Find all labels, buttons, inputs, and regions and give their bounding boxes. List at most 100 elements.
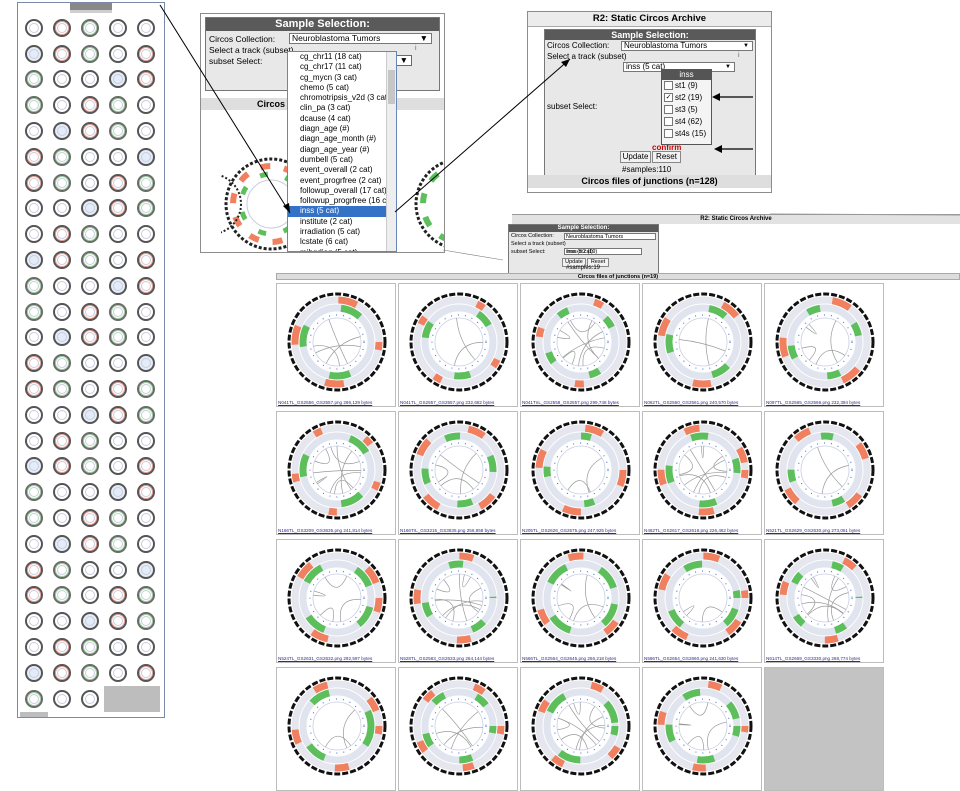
thumbnail-circos[interactable] [104,41,132,67]
thumbnail-circos[interactable] [20,505,48,531]
thumbnail-circos[interactable] [20,454,48,480]
thumbnail-circos[interactable] [76,170,104,196]
thumbnail-circos[interactable] [104,608,132,634]
thumbnail-circos[interactable] [76,350,104,376]
thumbnail-circos[interactable] [104,15,132,41]
dropdown-option[interactable]: diagn_age (#) [288,124,396,134]
dropdown-option[interactable]: cg_chr17 (11 cat) [288,62,396,72]
thumbnail-circos[interactable] [48,247,76,273]
thumbnail-circos[interactable] [76,118,104,144]
thumbnail-circos[interactable] [76,634,104,660]
thumbnail-circos[interactable] [132,583,160,609]
thumbnail-circos[interactable] [76,325,104,351]
thumbnail-circos[interactable] [132,325,160,351]
thumbnail-circos[interactable] [76,557,104,583]
thumbnail-circos[interactable] [20,41,48,67]
circos-plot-cell[interactable]: N041TnL_GS2558_GS2557.png 299,748 bytes [520,283,640,407]
circos-plot-cell[interactable] [398,667,518,791]
inss-subset-item[interactable]: st4 (62) [662,116,711,128]
thumbnail-circos[interactable] [20,273,48,299]
thumbnail-circos[interactable] [20,660,48,686]
thumbnail-circos[interactable] [104,196,132,222]
thumbnail-circos[interactable] [76,608,104,634]
dropdown-option[interactable]: inss (5 cat) [288,206,396,217]
thumbnail-circos[interactable] [76,221,104,247]
circos-plot-cell[interactable]: N524TL_GS2631_GS2632.png 292,597 bytes [276,539,396,663]
thumbnail-circos[interactable] [20,221,48,247]
thumbnail-circos[interactable] [20,531,48,557]
circos-file-link[interactable]: N521TL_GS2629_GS2630.png 273,051 bytes [766,528,860,533]
thumbnail-circos[interactable] [132,299,160,325]
dropdown-option[interactable]: followup_overall (17 cat) [288,186,396,196]
thumbnail-circos[interactable] [48,196,76,222]
thumbnail-circos[interactable] [48,92,76,118]
thumbnail-circos[interactable] [132,144,160,170]
circos-file-link[interactable]: N566TL_GS2564_GS2645.png 256,218 bytes [522,656,616,661]
dropdown-option[interactable]: followup_progrfree (16 cat) [288,196,396,206]
thumbnail-circos[interactable] [20,428,48,454]
thumbnail-circos[interactable] [20,299,48,325]
circos-file-link[interactable]: N041TnL_GS2558_GS2557.png 299,748 bytes [522,400,619,405]
dropdown-option[interactable]: diagn_age_month (#) [288,134,396,144]
circos-plot-cell[interactable]: N205TL_GS2626_GS2575.png 247,925 bytes [520,411,640,535]
circos-plot-cell[interactable]: N586TL_GS2654_GS2660.png 241,630 bytes [642,539,762,663]
circos-file-link[interactable]: N041TL_GS2557_GS2557.png 232,682 bytes [400,400,494,405]
thumbnail-circos[interactable] [76,247,104,273]
thumbnail-circos[interactable] [104,428,132,454]
thumbnail-circos[interactable] [132,428,160,454]
dropdown-option[interactable]: dcause (4 cat) [288,114,396,124]
thumbnail-circos[interactable] [20,247,48,273]
thumbnail-circos[interactable] [76,67,104,93]
thumbnail-circos[interactable] [104,67,132,93]
reset-button[interactable]: Reset [652,151,681,163]
thumbnail-circos[interactable] [132,608,160,634]
thumbnail-circos[interactable] [104,376,132,402]
thumbnail-circos[interactable] [104,454,132,480]
checkbox[interactable] [664,81,673,91]
thumbnail-circos[interactable] [76,299,104,325]
thumbnail-circos[interactable] [20,196,48,222]
thumbnail-circos[interactable] [20,170,48,196]
thumbnail-circos[interactable] [48,505,76,531]
thumbnail-circos[interactable] [20,350,48,376]
thumbnail-circos[interactable] [104,479,132,505]
inss-subset-item[interactable]: st3 (5) [662,104,711,116]
thumbnail-circos[interactable] [132,557,160,583]
thumbnail-circos[interactable] [48,376,76,402]
dropdown-option[interactable]: cg_mycn (3 cat) [288,73,396,83]
thumbnail-circos[interactable] [48,686,76,712]
track-dropdown-list[interactable]: cg_chr11 (18 cat) cg_chr17 (11 cat) cg_myc… [287,51,397,252]
circos-plot-cell[interactable]: N166TrL_GS3215_GS3635.png 256,858 bytes [398,411,518,535]
thumbnail-circos[interactable] [20,118,48,144]
thumbnail-circos[interactable] [76,196,104,222]
circos-file-link[interactable]: N205TL_GS2626_GS2575.png 247,925 bytes [522,528,616,533]
thumbnail-circos[interactable] [48,41,76,67]
thumbnail-circos[interactable] [20,67,48,93]
dropdown-scrollbar[interactable] [386,52,396,251]
circos-plot-cell[interactable]: N521TL_GS2629_GS2630.png 273,051 bytes [764,411,884,535]
dropdown-option[interactable]: clin_pa (3 cat) [288,103,396,113]
thumbnail-circos[interactable] [48,299,76,325]
circos-plot-cell[interactable]: N462TL_GS2617_GS2618.png 226,462 bytes [642,411,762,535]
thumbnail-circos[interactable] [76,15,104,41]
checkbox[interactable] [664,129,673,139]
circos-plot-cell[interactable] [276,667,396,791]
thumbnail-circos[interactable] [76,505,104,531]
dropdown-option[interactable]: event_progrfree (2 cat) [288,176,396,186]
dropdown-option[interactable]: diagn_age_year (#) [288,145,396,155]
thumbnail-circos[interactable] [20,15,48,41]
thumbnail-circos[interactable] [76,92,104,118]
thumbnail-circos[interactable] [104,531,132,557]
thumbnail-circos[interactable] [76,583,104,609]
thumbnail-circos[interactable] [48,221,76,247]
dropdown-option[interactable]: cg_chr11 (18 cat) [288,52,396,62]
thumbnail-circos[interactable] [104,557,132,583]
thumbnail-circos[interactable] [20,479,48,505]
thumbnail-circos[interactable] [48,531,76,557]
thumbnail-circos[interactable] [132,196,160,222]
thumbnail-circos[interactable] [132,41,160,67]
thumbnail-circos[interactable] [20,325,48,351]
circos-file-link[interactable]: N524TL_GS2631_GS2632.png 292,597 bytes [278,656,372,661]
thumbnail-circos[interactable] [104,505,132,531]
thumbnail-circos[interactable] [48,454,76,480]
